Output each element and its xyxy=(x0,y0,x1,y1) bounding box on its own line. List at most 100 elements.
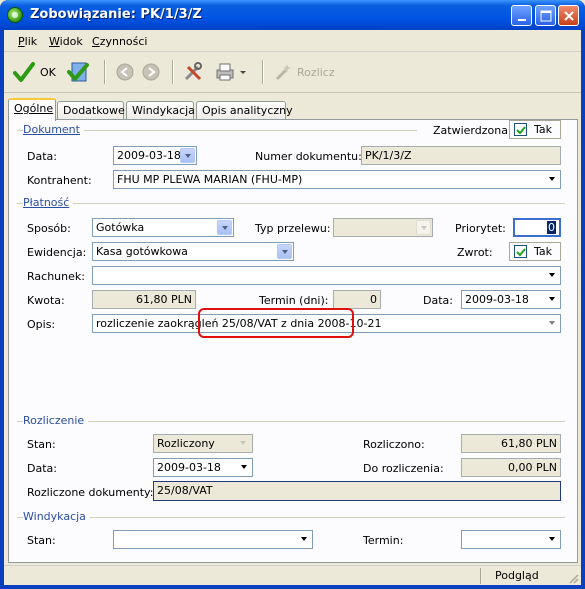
document-check-icon xyxy=(67,62,89,82)
tab-panel-ogolne: Dokument Zatwierdzona: Tak Data: 2009-03… xyxy=(8,119,578,563)
dropdown-arrow-icon[interactable] xyxy=(180,148,195,163)
section-windykacja: Windykacja xyxy=(23,510,90,523)
kontrahent-label: Kontrahent: xyxy=(27,174,92,187)
stan-field[interactable]: Rozliczony xyxy=(153,434,253,453)
menu-bar: Plik Widok Czynności xyxy=(4,30,581,52)
group-line xyxy=(17,203,565,204)
tools-icon xyxy=(184,62,202,81)
print-button[interactable] xyxy=(214,59,250,85)
app-icon xyxy=(7,7,23,23)
zwrot-label: Zwrot: xyxy=(457,246,493,259)
stan-label: Stan: xyxy=(27,438,56,451)
platnosc-data-label: Data: xyxy=(423,294,453,307)
close-button[interactable] xyxy=(558,5,579,26)
resize-grip-icon[interactable] xyxy=(567,572,579,584)
minimize-button[interactable] xyxy=(511,5,532,26)
kontrahent-field[interactable]: FHU MP PLEWA MARIAN (FHU-MP) xyxy=(113,170,561,189)
priorytet-label: Priorytet: xyxy=(455,222,506,235)
sposob-label: Sposób: xyxy=(27,222,71,235)
arrow-right-icon xyxy=(142,63,160,81)
rozliczone-dokumenty-field[interactable]: 25/08/VAT xyxy=(153,481,561,501)
menu-czynnosci[interactable]: Czynności xyxy=(92,35,147,48)
sposob-field[interactable]: Gotówka xyxy=(92,218,234,237)
toolbar-separator xyxy=(104,60,105,84)
data-field[interactable]: 2009-03-18 xyxy=(113,146,197,165)
priorytet-field[interactable]: 0 xyxy=(513,218,561,237)
termin-dni-field[interactable]: 0 xyxy=(333,290,381,309)
printer-icon xyxy=(216,63,234,81)
section-dokument: Dokument xyxy=(23,123,84,136)
dropdown-arrow-icon[interactable] xyxy=(544,172,559,187)
rachunek-label: Rachunek: xyxy=(27,270,85,283)
windykacja-termin-field[interactable] xyxy=(461,530,561,549)
check-icon xyxy=(516,248,526,257)
kwota-field[interactable]: 61,80 PLN xyxy=(92,290,196,309)
ewidencja-field[interactable]: Kasa gotówkowa xyxy=(92,242,294,261)
termin-dni-label: Termin (dni): xyxy=(259,294,329,307)
checkbox-box xyxy=(514,245,527,258)
checkmark-icon xyxy=(13,62,35,82)
tools-button[interactable] xyxy=(182,59,206,85)
maximize-button[interactable] xyxy=(535,5,556,26)
platnosc-data-field[interactable]: 2009-03-18 xyxy=(461,290,561,309)
annotation-highlight xyxy=(198,308,354,338)
checkbox-box xyxy=(514,123,527,136)
status-bar: Podgląd xyxy=(4,565,581,585)
numer-dokumentu-field[interactable]: PK/1/3/Z xyxy=(361,146,561,165)
rachunek-field[interactable] xyxy=(92,266,561,285)
typ-przelewu-field[interactable] xyxy=(333,218,433,237)
dropdown-arrow-icon[interactable] xyxy=(416,220,431,235)
status-podglad: Podgląd xyxy=(480,568,579,584)
ewidencja-label: Ewidencja: xyxy=(27,246,87,259)
rozliczone-dokumenty-label: Rozliczone dokumenty: xyxy=(27,486,154,499)
rozlicz-button[interactable]: Rozlicz xyxy=(272,59,335,85)
zatwierdzona-checkbox[interactable]: Tak xyxy=(509,120,561,139)
tab-opis-analityczny[interactable]: Opis analityczny xyxy=(196,101,293,120)
dropdown-arrow-icon[interactable] xyxy=(217,220,232,235)
window-border-right xyxy=(581,30,585,585)
do-rozliczenia-label: Do rozliczenia: xyxy=(363,462,444,475)
numer-dokumentu-label: Numer dokumentu: xyxy=(255,150,362,163)
dropdown-arrow-icon[interactable] xyxy=(544,292,559,307)
dropdown-arrow-icon[interactable] xyxy=(544,316,559,331)
check-icon xyxy=(516,126,526,135)
typ-przelewu-label: Typ przelewu: xyxy=(255,222,331,235)
windykacja-stan-label: Stan: xyxy=(27,534,56,547)
title-bar[interactable]: Zobowiązanie: PK/1/3/Z xyxy=(0,0,585,30)
group-line xyxy=(17,517,565,518)
dropdown-arrow-icon[interactable] xyxy=(236,460,251,475)
tab-windykacja[interactable]: Windykacja xyxy=(126,101,195,120)
save-close-button[interactable] xyxy=(66,59,92,85)
dropdown-arrow-icon[interactable] xyxy=(544,268,559,283)
zatwierdzona-label: Zatwierdzona: xyxy=(433,124,512,137)
wand-icon xyxy=(275,64,291,81)
tab-strip: Ogólne Dodatkowe Windykacja Opis anality… xyxy=(8,98,578,121)
dropdown-arrow-icon[interactable] xyxy=(296,532,311,547)
menu-plik[interactable]: Plik xyxy=(18,35,37,48)
toolbar-separator xyxy=(172,60,173,84)
arrow-left-icon xyxy=(116,63,134,81)
rozliczono-label: Rozliczono: xyxy=(363,438,425,451)
data-label: Data: xyxy=(27,150,57,163)
previous-button[interactable] xyxy=(114,59,136,85)
windykacja-termin-label: Termin: xyxy=(363,534,404,547)
dropdown-arrow-icon[interactable] xyxy=(544,532,559,547)
kwota-label: Kwota: xyxy=(27,294,65,307)
section-rozliczenie: Rozliczenie xyxy=(23,414,89,427)
tab-ogolne[interactable]: Ogólne xyxy=(8,98,56,121)
menu-widok[interactable]: Widok xyxy=(49,35,83,48)
windykacja-stan-field[interactable] xyxy=(113,530,313,549)
rozliczono-field[interactable]: 61,80 PLN xyxy=(461,434,561,453)
section-platnosc: Płatność xyxy=(23,196,74,209)
window: Zobowiązanie: PK/1/3/Z Plik Widok Czynno… xyxy=(0,0,585,589)
dropdown-arrow-icon[interactable] xyxy=(236,436,251,451)
dropdown-arrow-icon[interactable] xyxy=(277,244,292,259)
rozliczenie-data-field[interactable]: 2009-03-18 xyxy=(153,458,253,477)
do-rozliczenia-field[interactable]: 0,00 PLN xyxy=(461,458,561,477)
rozliczenie-data-label: Data: xyxy=(27,462,57,475)
ok-button[interactable]: OK xyxy=(12,59,60,85)
zwrot-checkbox[interactable]: Tak xyxy=(509,242,561,261)
next-button[interactable] xyxy=(140,59,162,85)
tab-dodatkowe[interactable]: Dodatkowe xyxy=(57,101,125,120)
toolbar: OK Rozlicz xyxy=(4,53,581,93)
